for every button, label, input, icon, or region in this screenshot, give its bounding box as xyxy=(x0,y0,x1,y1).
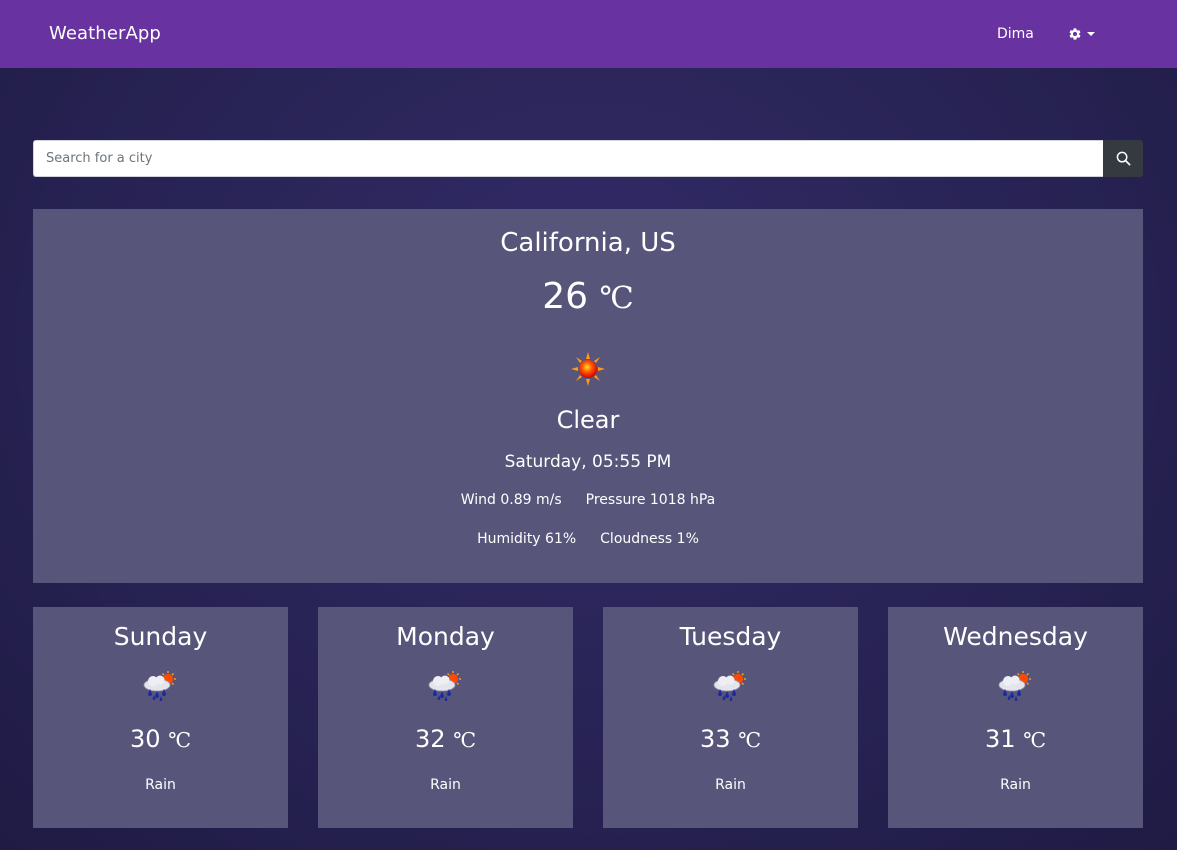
temperature-unit: ℃ xyxy=(738,728,761,752)
temperature-value: 26 xyxy=(542,276,589,317)
cloudiness-stat: Cloudness 1% xyxy=(600,531,699,547)
forecast-card-monday: Monday 32 ℃ Rain xyxy=(318,607,573,828)
date-time: Saturday, 05:55 PM xyxy=(504,452,672,472)
forecast-day: Tuesday xyxy=(679,622,782,651)
wind-stat: Wind 0.89 m/s xyxy=(460,492,562,508)
forecast-day: Wednesday xyxy=(943,622,1088,651)
temperature-unit: ℃ xyxy=(599,281,634,316)
weather-stats-row: Wind 0.89 m/s Pressure 1018 hPa xyxy=(33,491,1143,509)
forecast-condition: Rain xyxy=(430,777,461,793)
pressure-stat: Pressure 1018 hPa xyxy=(585,492,716,508)
rain-sun-icon xyxy=(713,671,746,702)
forecast-temperature: 30 ℃ xyxy=(33,724,288,755)
forecast-card-sunday: Sunday 30 ℃ Rain xyxy=(33,607,288,828)
rain-sun-icon xyxy=(143,671,176,702)
forecast-card-tuesday: Tuesday 33 ℃ Rain xyxy=(603,607,858,828)
location-title: California, US xyxy=(500,228,676,258)
gear-icon xyxy=(1069,28,1081,40)
user-name[interactable]: Dima xyxy=(997,25,1034,43)
forecast-condition: Rain xyxy=(715,777,746,793)
search-button[interactable] xyxy=(1103,140,1143,177)
chevron-down-icon xyxy=(1087,32,1095,36)
forecast-card-wednesday: Wednesday 31 ℃ Rain xyxy=(888,607,1143,828)
settings-dropdown-toggle[interactable] xyxy=(1068,25,1095,43)
forecast-temperature: 32 ℃ xyxy=(318,724,573,755)
forecast-day: Sunday xyxy=(113,622,208,651)
current-temperature: 26 ℃ xyxy=(33,277,1143,319)
search-input[interactable] xyxy=(33,140,1103,177)
rain-sun-icon xyxy=(998,671,1031,702)
weather-condition: Clear xyxy=(556,406,620,434)
search-bar xyxy=(33,140,1143,177)
forecast-condition: Rain xyxy=(1000,777,1031,793)
forecast-temperature: 31 ℃ xyxy=(888,724,1143,755)
weather-stats-row: Humidity 61% Cloudness 1% xyxy=(33,530,1143,548)
temperature-unit: ℃ xyxy=(453,728,476,752)
navbar: WeatherApp Dima xyxy=(0,0,1177,68)
search-icon xyxy=(1116,151,1130,166)
temperature-unit: ℃ xyxy=(1023,728,1046,752)
temperature-value: 33 xyxy=(700,725,731,753)
humidity-stat: Humidity 61% xyxy=(477,531,577,547)
forecast-temperature: 33 ℃ xyxy=(603,724,858,755)
forecast-condition: Rain xyxy=(145,777,176,793)
temperature-value: 31 xyxy=(985,725,1016,753)
sun-icon xyxy=(571,352,605,386)
app-brand[interactable]: WeatherApp xyxy=(49,22,161,46)
rain-sun-icon xyxy=(428,671,461,702)
temperature-unit: ℃ xyxy=(168,728,191,752)
current-weather-card: California, US 26 ℃ Clear Saturday, 05:5… xyxy=(33,209,1143,583)
forecast-day: Monday xyxy=(396,622,495,651)
temperature-value: 30 xyxy=(130,725,161,753)
temperature-value: 32 xyxy=(415,725,446,753)
